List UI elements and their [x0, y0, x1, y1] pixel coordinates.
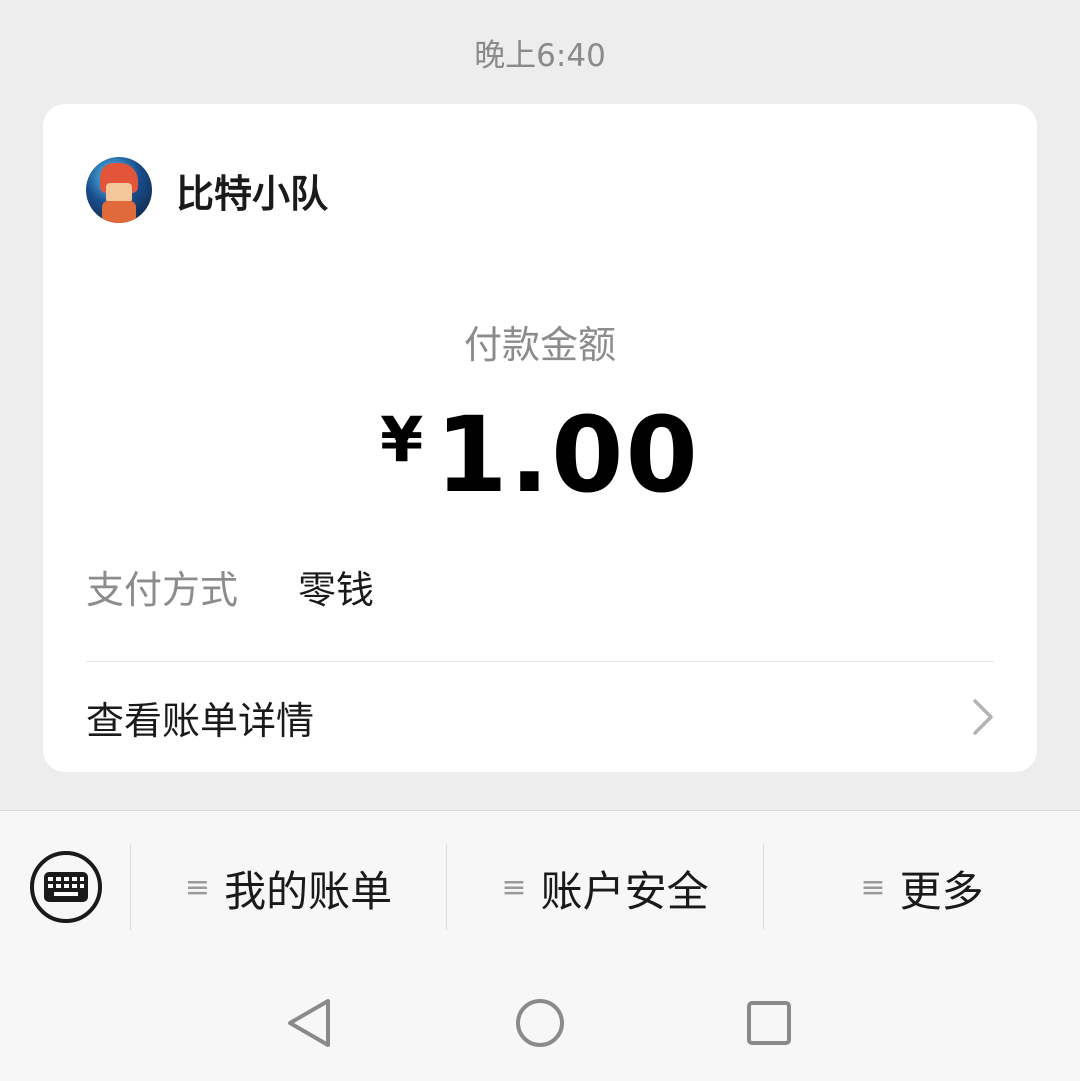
- message-timestamp: 晚上6:40: [474, 38, 606, 74]
- menu-account-security-label: 账户安全: [540, 866, 709, 916]
- chevron-right-icon: [972, 697, 994, 737]
- keyboard-icon[interactable]: [29, 850, 103, 924]
- menu-lines-icon: ≡: [501, 870, 527, 905]
- divider: [86, 661, 994, 662]
- amount-value: 1.00: [435, 394, 700, 516]
- menu-more-label: 更多: [899, 866, 984, 916]
- payment-notification-screen: 晚上6:40 比特小队 付款金额 ¥1.00 支付方式 零钱 查看账单详情 ≡ …: [0, 0, 1080, 1081]
- merchant-avatar: [86, 157, 152, 223]
- back-triangle-icon[interactable]: [284, 998, 334, 1048]
- payment-card[interactable]: 比特小队 付款金额 ¥1.00 支付方式 零钱 查看账单详情: [43, 104, 1037, 772]
- view-bill-details-label: 查看账单详情: [86, 698, 315, 743]
- avatar-face: [106, 183, 132, 203]
- amount-label: 付款金额: [463, 323, 616, 367]
- system-navigation-bar: [0, 960, 1080, 1081]
- menu-more[interactable]: ≡ 更多: [764, 851, 1080, 925]
- payment-method-value: 零钱: [298, 568, 375, 612]
- payment-method-label: 支付方式: [86, 568, 239, 612]
- merchant-name: 比特小队: [176, 171, 329, 216]
- currency-symbol: ¥: [380, 403, 424, 476]
- home-circle-icon[interactable]: [515, 998, 565, 1048]
- menu-account-security[interactable]: ≡ 账户安全: [447, 851, 763, 925]
- view-bill-details-button[interactable]: 查看账单详情: [86, 679, 994, 755]
- recents-square-icon[interactable]: [744, 998, 794, 1048]
- service-menu-bar: ≡ 我的账单 ≡ 账户安全 ≡ 更多: [0, 810, 1080, 960]
- payment-method-row: 支付方式 零钱: [86, 559, 374, 614]
- menu-my-bills-label: 我的账单: [224, 866, 393, 916]
- merchant-header[interactable]: 比特小队: [86, 157, 328, 223]
- menu-lines-icon: ≡: [860, 870, 886, 905]
- amount-display: ¥1.00: [43, 394, 1037, 516]
- menu-my-bills[interactable]: ≡ 我的账单: [131, 851, 446, 925]
- menu-lines-icon: ≡: [184, 870, 211, 905]
- avatar-body: [102, 201, 136, 223]
